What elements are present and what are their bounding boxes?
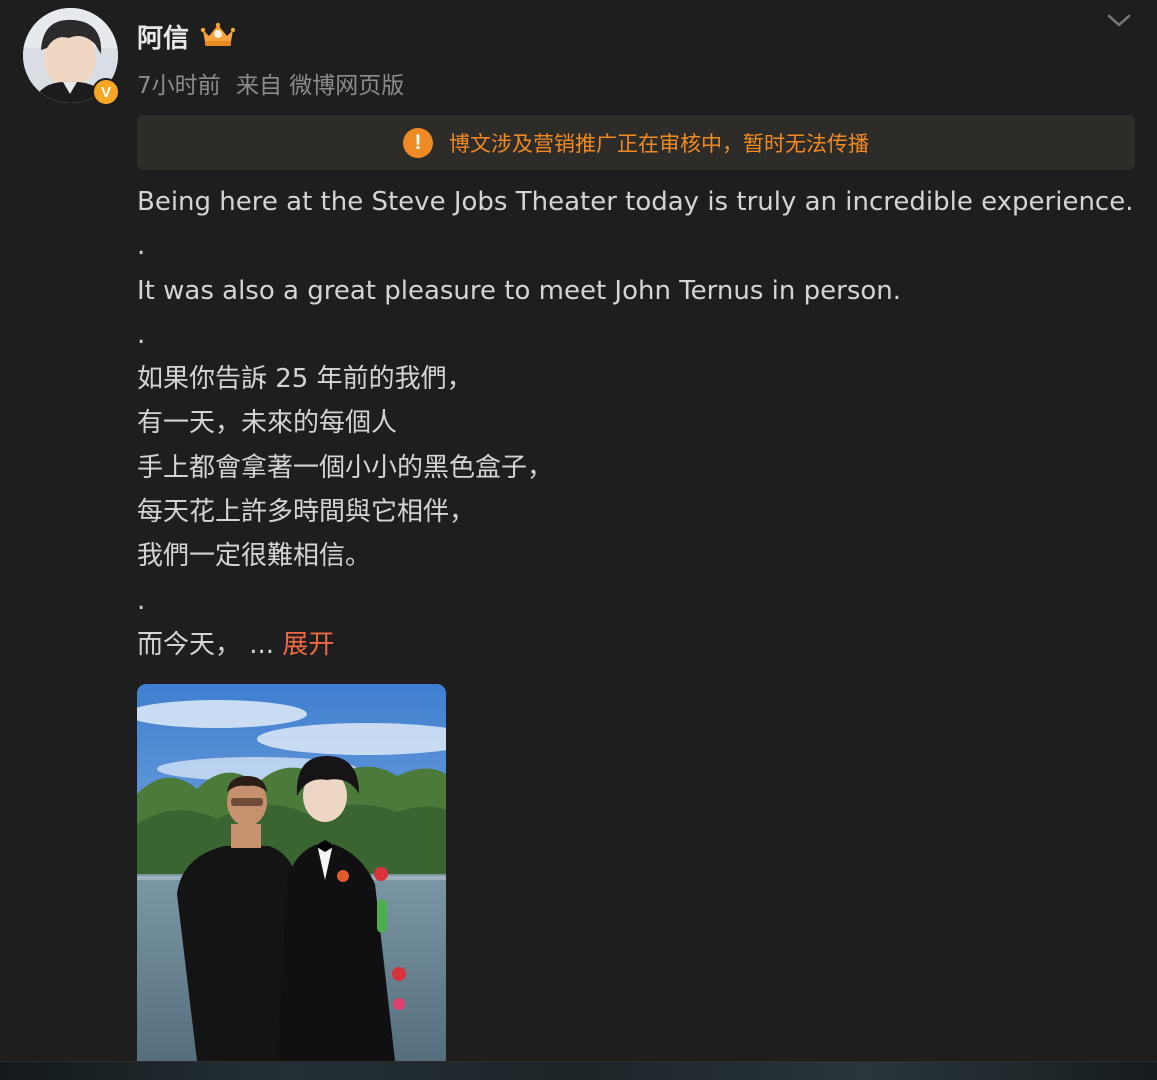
chevron-down-icon[interactable] [1106,12,1132,30]
verified-badge: V [92,78,120,106]
crown-badge-icon[interactable] [200,20,236,48]
content-line: . [137,231,146,262]
weibo-post: V 阿信 7小时前 来自 微博网页版 ! 博文涉及营销推广正在审核中，暂时无法传… [0,0,1157,1080]
post-meta: 7小时前 来自 微博网页版 [137,66,404,100]
expand-link[interactable]: 展开 [282,630,334,660]
post-source: 来自 微博网页版 [235,73,405,99]
username[interactable]: 阿信 [137,18,189,55]
post-time[interactable]: 7小时前 [137,73,221,99]
content-line: 我們一定很難相信。 [137,541,372,572]
content-line: . [137,319,146,350]
content-line: Being here at the Steve Jobs Theater tod… [137,187,1134,217]
content-line: It was also a great pleasure to meet Joh… [137,275,902,306]
review-notice: ! 博文涉及营销推广正在审核中，暂时无法传播 [137,115,1135,170]
warning-icon: ! [403,127,433,158]
content-line: 手上都會拿著一個小小的黑色盒子， [137,452,554,483]
post-content: Being here at the Steve Jobs Theater tod… [137,180,1137,667]
bottom-strip [0,1061,1157,1080]
content-line: 每天花上許多時間與它相伴， [137,497,476,528]
content-line: . [137,585,146,616]
post-photo[interactable] [137,684,446,1061]
notice-text: 博文涉及营销推广正在审核中，暂时无法传播 [449,131,869,156]
content-line-last: 而今天， ... 展开 [137,623,1137,667]
content-line: 如果你告訴 25 年前的我們， [137,364,473,395]
photo-image [137,684,446,1061]
truncated-text: 而今天， ... [137,629,275,660]
content-line: 有一天，未來的每個人 [137,408,398,439]
